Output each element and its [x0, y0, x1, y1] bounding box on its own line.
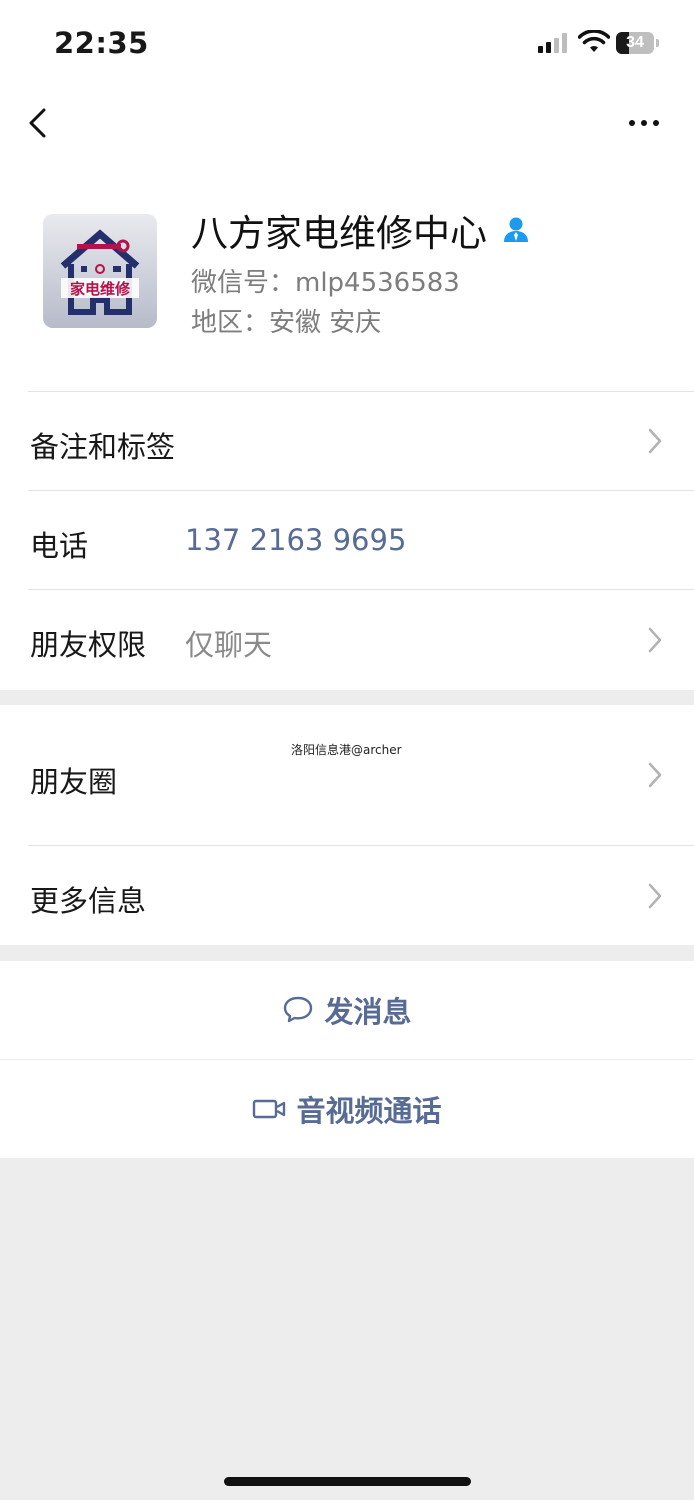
region: 地区：安徽 安庆 [191, 308, 382, 338]
status-bar: 22:35 34 [0, 0, 694, 86]
person-verified-icon [504, 217, 528, 242]
wifi-icon [578, 30, 610, 52]
friend-permission-row[interactable]: 朋友权限 仅聊天 [0, 590, 694, 689]
watermark-text: 洛阳信息港@archer [291, 743, 402, 757]
chevron-right-icon [648, 627, 662, 653]
friend-permission-value: 仅聊天 [185, 628, 273, 662]
avatar-text: 家电维修 [70, 280, 131, 298]
send-message-button[interactable]: 发消息 [0, 961, 694, 1059]
more-info-row[interactable]: 更多信息 [0, 846, 694, 945]
video-call-button[interactable]: 音视频通话 [0, 1060, 694, 1158]
battery-percentage: 34 [626, 34, 644, 51]
chevron-right-icon [648, 428, 662, 454]
send-message-label: 发消息 [324, 995, 412, 1029]
moments-row[interactable]: 朋友圈 [0, 705, 694, 845]
friend-permission-label: 朋友权限 [30, 628, 147, 662]
chevron-right-icon [648, 762, 662, 788]
chat-bubble-icon [284, 996, 313, 1023]
notes-and-tags-row[interactable]: 备注和标签 [0, 392, 694, 490]
contact-name: 八方家电维修中心 [191, 212, 487, 255]
chevron-right-icon [648, 883, 662, 909]
more-info-label: 更多信息 [30, 884, 147, 918]
signal-icon [538, 33, 567, 53]
more-options-icon[interactable] [622, 108, 666, 138]
back-chevron-icon[interactable] [24, 100, 56, 146]
phone-number-link[interactable]: 137 2163 9695 [185, 523, 406, 557]
video-call-label: 音视频通话 [296, 1094, 442, 1128]
video-camera-icon [253, 1099, 286, 1119]
wechat-id: 微信号：mlp4536583 [191, 268, 460, 298]
home-indicator[interactable] [224, 1477, 471, 1486]
moments-label: 朋友圈 [30, 765, 118, 799]
contact-avatar[interactable]: 家电维修 [43, 214, 157, 328]
notes-and-tags-label: 备注和标签 [30, 430, 176, 464]
status-time: 22:35 [54, 26, 149, 60]
phone-row: 电话 137 2163 9695 [0, 491, 694, 589]
house-logo-icon: 家电维修 [43, 214, 157, 328]
battery-icon: 34 [616, 32, 662, 54]
contact-name-row: 八方家电维修中心 [191, 204, 531, 256]
phone-label: 电话 [30, 529, 89, 563]
